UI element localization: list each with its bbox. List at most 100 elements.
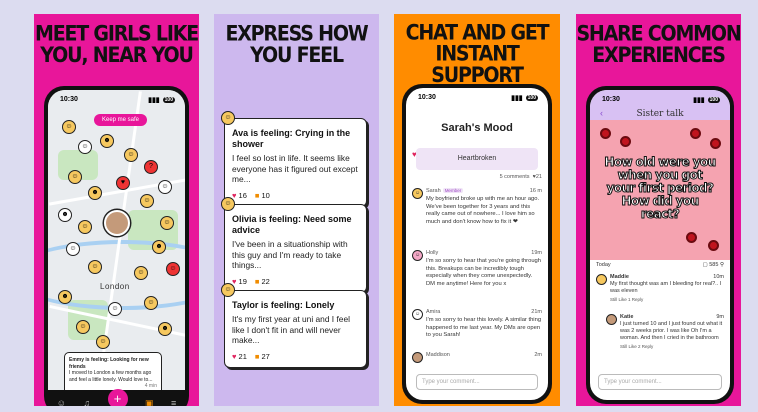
feeling-body: I feel so lost in life. It seems like ev…: [232, 153, 358, 184]
message-body: I'm so sorry to hear this lovely. A simi…: [426, 317, 542, 338]
thread-stats: 5 comments ♥21: [412, 174, 542, 180]
mood-title: Sarah's Mood: [441, 122, 513, 134]
comment-count: 10: [261, 190, 270, 200]
reply-body: I just turned 10 and I just found out wh…: [620, 321, 723, 341]
mood-box: Heartbroken: [416, 148, 538, 170]
phone-mockup: 10:30 ▮▮▮ 100 ‹ Sister talk How old were …: [586, 86, 734, 404]
feeling-title: Ava is feeling: Crying in the shower: [232, 128, 351, 149]
likes-count: 21: [535, 174, 542, 180]
map-card-time: 4 min: [144, 383, 157, 389]
phone-screen: 10:30 ▮▮▮ 100 ‹ Sister talk How old were …: [590, 90, 730, 400]
feeling-body: It's my first year at uni and I feel lik…: [232, 314, 350, 345]
map-city-label: London: [100, 282, 130, 291]
post-stats: Today ▢ 585 ⚲: [596, 262, 724, 268]
message-time: 2m: [534, 352, 542, 358]
comment-count: 27: [261, 351, 270, 361]
status-time: 10:30: [602, 96, 620, 103]
user-avatar: ☺: [412, 250, 423, 261]
heart-count: 19: [238, 276, 247, 286]
signal-icon: ▮▮▮: [693, 97, 705, 104]
panel-chat-support: CHAT AND GET INSTANT SUPPORT 10:30 ▮▮▮ 10…: [394, 14, 560, 406]
keep-me-safe-button[interactable]: Keep me safe: [94, 114, 148, 126]
feeling-title: Olivia is feeling: Need some advice: [232, 214, 352, 235]
chat-tab-icon[interactable]: ▣: [145, 398, 154, 407]
reply-time: 10m: [713, 274, 724, 280]
chat-message: ☺ Amira 21m I'm so sorry to hear this lov…: [412, 309, 542, 340]
comment-count: 22: [261, 276, 270, 286]
map-post-card[interactable]: Emmy is feeling: Looking for new friends…: [64, 352, 162, 395]
bell-tab-icon[interactable]: ♫: [83, 398, 90, 406]
question-text: How old were you when you got your first…: [604, 155, 717, 221]
map-card-title: Emmy is feeling: Looking for new friends: [69, 357, 149, 370]
mood-avatar-icon: ☺: [221, 111, 235, 125]
red-dot-graphic: [686, 232, 697, 243]
heart-count: 16: [238, 190, 247, 200]
user-avatar: [606, 314, 617, 325]
heart-count: 21: [238, 351, 247, 361]
red-dot-graphic: [708, 240, 719, 251]
chat-message: Maddison 2m: [412, 352, 542, 363]
status-bar: 10:30 ▮▮▮ 100: [418, 94, 538, 102]
message-body: I'm so sorry to hear that you're going t…: [426, 258, 541, 287]
user-avatar: [596, 274, 607, 285]
phone-screen: ☺ ☺ ☻ ? ☺ ☺ ☺ ☻ ♥ ☺ ☻ ☺ ☺ ☻ ☺ ☺ ☺ ☺ ☻ ☺: [48, 90, 185, 406]
post-day: Today: [596, 262, 611, 268]
chat-message: ☺ Sarah Member 16 m My boyfriend broke up …: [412, 188, 542, 226]
add-post-button[interactable]: +: [107, 389, 128, 406]
member-badge: Member: [442, 188, 464, 193]
comments-count: 5 comments: [499, 174, 530, 180]
panel-meet-girls: MEET GIRLS LIKE YOU, NEAR YOU ☺ ☺ ☻ ? ☺ …: [34, 14, 199, 406]
channel-title: Sister talk: [636, 109, 684, 119]
message-author: Maddison: [426, 352, 450, 358]
reply-actions[interactable]: Still Like 1 Reply: [610, 296, 724, 303]
signal-icon: ▮▮▮: [148, 97, 160, 104]
menu-tab-icon[interactable]: ≡: [171, 398, 176, 406]
comment-icon[interactable]: ■: [255, 277, 260, 286]
status-bar: 10:30 ▮▮▮ 100: [60, 96, 175, 104]
reply-actions[interactable]: Still Like 2 Reply: [620, 343, 724, 350]
message-time: 19m: [531, 250, 542, 256]
signal-icon: ▮▮▮: [511, 95, 523, 102]
red-dot-graphic: [600, 128, 611, 139]
battery-icon: 100: [707, 97, 720, 103]
message-time: 21m: [531, 309, 542, 315]
phone-screen: 10:30 ▮▮▮ 100 Sarah's Mood ♥ Heartbroken …: [406, 88, 548, 400]
panel-headline: SHARE COMMON EXPERIENCES: [576, 21, 741, 68]
chat-message: ☺ Holly 19m I'm so sorry to hear that you…: [412, 250, 542, 288]
red-dot-graphic: [710, 138, 721, 149]
comment-icon[interactable]: ▢: [703, 262, 708, 268]
share-icon[interactable]: ⚲: [720, 262, 724, 268]
status-time: 10:30: [418, 94, 436, 101]
question-poster: How old were you when you got your first…: [590, 120, 730, 260]
reply-item: Katie 9m I just turned 10 and I just fou…: [606, 314, 724, 350]
reply-author: Katie: [620, 314, 634, 320]
comment-input[interactable]: Type your comment...: [598, 374, 722, 390]
message-time: 16 m: [529, 188, 542, 194]
bottom-tab-bar: ☺ ♫ + ▣ ≡: [48, 389, 185, 407]
comment-input[interactable]: Type your comment...: [416, 374, 538, 390]
comment-icon[interactable]: ■: [255, 191, 260, 200]
feeling-card[interactable]: ☺ Olivia is feeling: Need some advice I'…: [221, 197, 367, 293]
red-dot-graphic: [620, 136, 631, 147]
mood-avatar-icon: ☺: [221, 283, 235, 297]
map-view[interactable]: ☺ ☺ ☻ ? ☺ ☺ ☺ ☻ ♥ ☺ ☻ ☺ ☺ ☻ ☺ ☺ ☺ ☺ ☻ ☺: [48, 90, 185, 406]
reply-author: Maddie: [610, 274, 629, 280]
feeling-card[interactable]: ☺ Ava is feeling: Crying in the shower I…: [221, 111, 367, 207]
profile-photo-avatar[interactable]: [104, 210, 130, 236]
user-avatar: ☺: [412, 188, 423, 199]
message-body: My boyfriend broke up with me an hour ag…: [426, 196, 540, 225]
message-author: Sarah: [426, 188, 441, 194]
comment-icon[interactable]: ■: [255, 352, 260, 361]
phone-mockup: ☺ ☺ ☻ ? ☺ ☺ ☺ ☻ ♥ ☺ ☻ ☺ ☺ ☻ ☺ ☺ ☺ ☺ ☻ ☺: [44, 86, 189, 406]
battery-icon: 100: [525, 95, 538, 101]
panel-share-experiences: SHARE COMMON EXPERIENCES 10:30 ▮▮▮ 100 ‹ …: [576, 14, 741, 406]
red-dot-graphic: [690, 128, 701, 139]
message-author: Holly: [426, 250, 439, 256]
status-bar: 10:30 ▮▮▮ 100: [602, 96, 720, 104]
feeling-body: I've been in a situationship with this g…: [232, 239, 348, 270]
heart-icon[interactable]: ♥: [232, 352, 236, 361]
user-avatar: ☺: [412, 309, 423, 320]
home-tab-icon[interactable]: ☺: [57, 398, 66, 406]
panel-express-feelings: EXPRESS HOW YOU FEEL ☺ Ava is feeling: C…: [214, 14, 379, 406]
feeling-card[interactable]: ☺ Taylor is feeling: Lonely It's my firs…: [221, 283, 367, 368]
